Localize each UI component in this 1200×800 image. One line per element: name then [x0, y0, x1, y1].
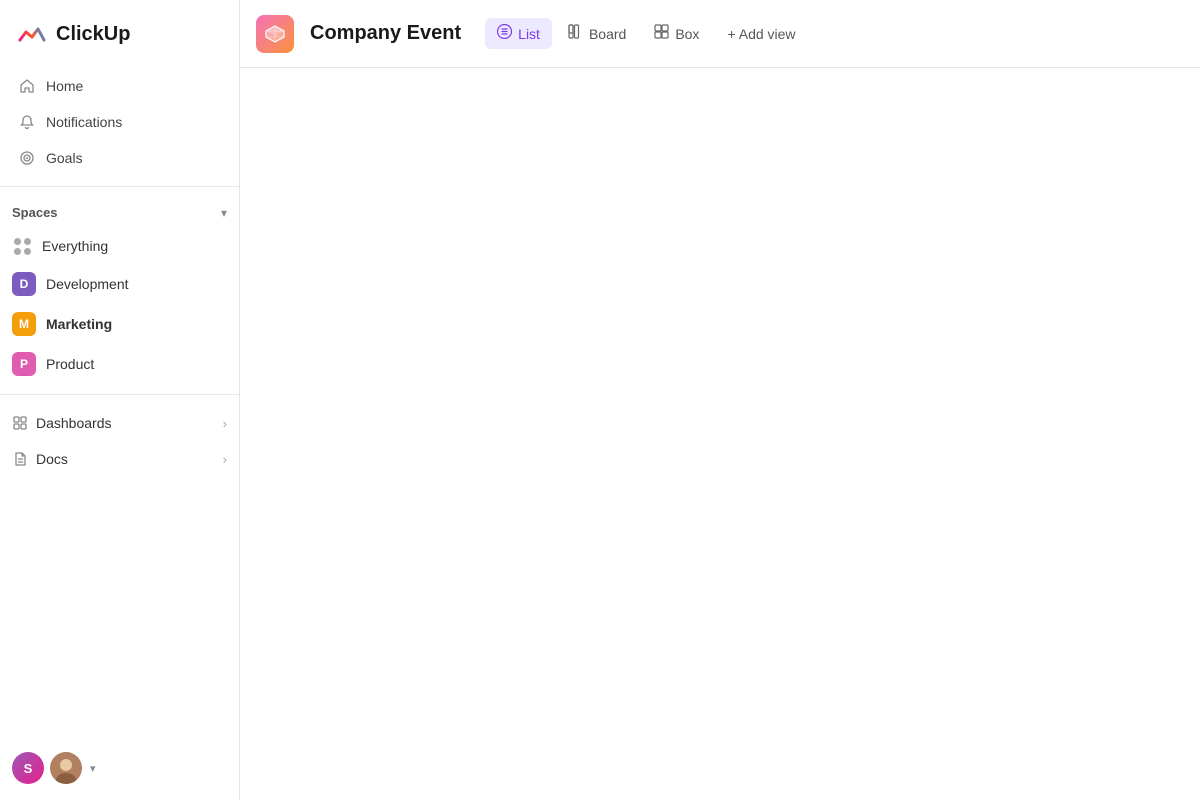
avatar-initials: S — [12, 752, 44, 784]
docs-label: Docs — [36, 451, 68, 467]
docs-icon — [12, 451, 28, 467]
main-workspace — [240, 68, 1200, 800]
logo-area[interactable]: ClickUp — [0, 0, 239, 68]
view-tabs: List Board — [485, 18, 807, 49]
user-chevron-icon: ▾ — [90, 762, 96, 775]
main-content-area: Company Event List — [240, 0, 1200, 800]
box-tab-label: Box — [675, 26, 699, 42]
spaces-header[interactable]: Spaces ▾ — [0, 197, 239, 228]
sidebar: ClickUp Home Notifications — [0, 0, 240, 800]
goals-label: Goals — [46, 150, 83, 166]
dashboards-label: Dashboards — [36, 415, 112, 431]
spaces-chevron-icon: ▾ — [221, 206, 227, 220]
everything-label: Everything — [42, 238, 108, 254]
project-icon — [256, 15, 294, 53]
board-tab-icon — [568, 24, 583, 43]
product-label: Product — [46, 356, 94, 372]
everything-dots-icon — [12, 236, 32, 256]
add-view-button[interactable]: + Add view — [715, 20, 807, 48]
docs-chevron-icon: › — [223, 452, 227, 467]
dashboards-chevron-icon: › — [223, 416, 227, 431]
tab-board[interactable]: Board — [556, 18, 638, 49]
sidebar-divider-2 — [0, 394, 239, 395]
sidebar-item-development[interactable]: D Development — [0, 264, 239, 304]
home-icon — [18, 77, 36, 95]
sidebar-divider-1 — [0, 186, 239, 187]
tab-box[interactable]: Box — [642, 18, 711, 49]
product-badge: P — [12, 352, 36, 376]
list-tab-label: List — [518, 26, 540, 42]
add-view-label: + Add view — [727, 26, 795, 42]
dashboards-icon — [12, 415, 28, 431]
sidebar-item-docs[interactable]: Docs › — [0, 441, 239, 477]
development-label: Development — [46, 276, 129, 292]
board-tab-label: Board — [589, 26, 626, 42]
topbar: Company Event List — [240, 0, 1200, 68]
spaces-title: Spaces — [12, 205, 58, 220]
sidebar-item-notifications[interactable]: Notifications — [8, 104, 231, 140]
user-area[interactable]: S ▾ — [0, 736, 239, 800]
sidebar-item-marketing[interactable]: M Marketing — [0, 304, 239, 344]
sidebar-nav: Home Notifications Goals — [0, 68, 239, 176]
avatar-photo-svg — [50, 752, 82, 784]
development-badge: D — [12, 272, 36, 296]
bell-icon — [18, 113, 36, 131]
clickup-logo-icon — [16, 18, 48, 50]
sidebar-item-everything[interactable]: Everything — [0, 228, 239, 264]
logo-text: ClickUp — [56, 23, 130, 46]
avatar-photo — [50, 752, 82, 784]
sidebar-item-home[interactable]: Home — [8, 68, 231, 104]
tab-list[interactable]: List — [485, 18, 552, 49]
sidebar-item-goals[interactable]: Goals — [8, 140, 231, 176]
notifications-label: Notifications — [46, 114, 122, 130]
cube-icon — [264, 23, 286, 45]
marketing-badge: M — [12, 312, 36, 336]
goals-icon — [18, 149, 36, 167]
home-label: Home — [46, 78, 83, 94]
list-tab-icon — [497, 24, 512, 43]
sidebar-item-dashboards[interactable]: Dashboards › — [0, 405, 239, 441]
project-title: Company Event — [310, 22, 461, 45]
sidebar-item-product[interactable]: P Product — [0, 344, 239, 384]
marketing-label: Marketing — [46, 316, 112, 332]
docs-left: Docs — [12, 451, 68, 467]
dashboards-left: Dashboards — [12, 415, 112, 431]
box-tab-icon — [654, 24, 669, 43]
